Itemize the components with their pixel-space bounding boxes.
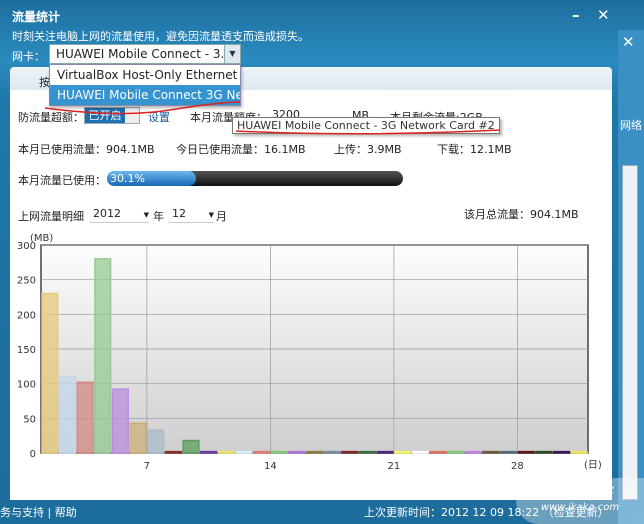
bar-day-28 [517, 450, 535, 454]
watermark-logo: 瑞星卡卡 www.ikaka.com [516, 478, 644, 524]
bar-day-27 [500, 450, 518, 454]
bar-day-15 [288, 450, 306, 454]
bar-day-11 [217, 450, 235, 454]
bar-day-25 [464, 450, 482, 454]
bar-day-16 [305, 450, 324, 454]
y-axis-label: (MB) [30, 233, 53, 244]
bar-day-12 [235, 450, 253, 454]
bar-day-26 [482, 450, 500, 454]
bar-day-5 [111, 388, 129, 454]
bar-day-29 [535, 450, 553, 454]
bar-day-13 [252, 450, 271, 454]
bar-day-1 [41, 292, 59, 454]
traffic-chart: 0501001502002503007 14 21 28 (MB) (日) [17, 233, 602, 472]
x-tick-label: 7 [144, 461, 150, 472]
bar-day-4 [94, 258, 112, 454]
bar-day-10 [200, 450, 218, 454]
y-tick-label: 0 [30, 449, 36, 460]
y-tick-label: 50 [23, 414, 36, 425]
y-tick-label: 100 [17, 380, 36, 391]
bar-day-9 [182, 439, 200, 454]
bar-day-8 [164, 450, 182, 454]
bar-day-7 [147, 429, 165, 454]
bar-day-14 [270, 450, 288, 454]
x-tick-label: 14 [264, 461, 277, 472]
y-tick-label: 250 [17, 276, 36, 287]
x-axis-label: (日) [584, 460, 602, 471]
bar-day-6 [129, 422, 147, 454]
bar-day-21 [394, 450, 412, 454]
bar-day-22 [411, 450, 429, 454]
bar-day-24 [447, 450, 465, 454]
y-tick-label: 150 [17, 345, 36, 356]
footer-links[interactable]: 务与支持 | 帮助 [0, 504, 77, 520]
bar-day-20 [376, 450, 394, 454]
bar-day-30 [552, 450, 571, 454]
bar-day-2 [58, 375, 77, 454]
bar-day-3 [76, 381, 94, 454]
x-tick-label: 28 [511, 461, 524, 472]
bar-day-17 [323, 450, 341, 454]
bar-day-23 [429, 450, 447, 454]
bar-day-31 [570, 450, 588, 454]
bar-day-18 [341, 450, 359, 454]
x-tick-label: 21 [388, 461, 401, 472]
y-tick-label: 200 [17, 310, 36, 321]
bar-day-19 [358, 450, 377, 454]
